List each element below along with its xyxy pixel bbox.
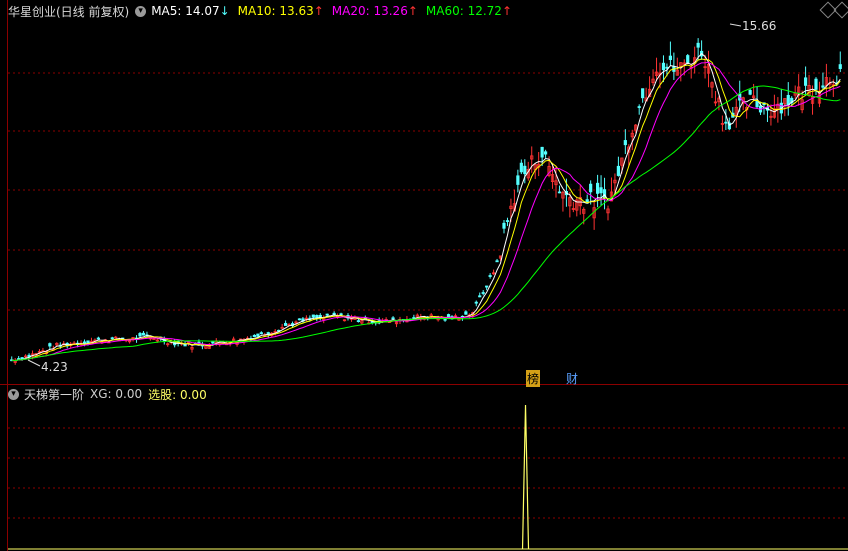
candle-body	[488, 275, 492, 277]
candle-body	[138, 333, 142, 337]
xg-value: XG: 0.00	[90, 387, 143, 401]
candle-body	[696, 42, 700, 48]
candle-body	[668, 55, 673, 61]
candle-body	[391, 317, 395, 320]
candle-body	[665, 66, 669, 69]
high-price-label: 15.66	[742, 19, 777, 33]
candle-body	[589, 183, 593, 193]
candle-body	[637, 106, 641, 108]
candle-body	[443, 318, 447, 321]
candle-body	[641, 88, 645, 99]
candle-body	[259, 332, 263, 335]
ma60-label: MA60: 12.72↑	[425, 4, 512, 18]
candle-body	[596, 182, 600, 194]
event-marker-cai[interactable]: 财	[566, 370, 578, 387]
stock-title: 华星创业(日线 前复权)	[8, 4, 130, 19]
candle-body	[804, 77, 808, 86]
candle-body	[141, 332, 146, 336]
ma20-label: MA20: 13.26↑	[331, 4, 418, 18]
candle-body	[48, 343, 52, 347]
candle-body	[478, 295, 482, 298]
indicator-signal-spike	[521, 404, 530, 550]
xuangu-value: 选股: 0.00	[148, 387, 207, 402]
candle-body	[519, 162, 523, 173]
low-pointer	[27, 359, 41, 367]
candle-body	[516, 175, 520, 185]
high-pointer	[729, 23, 742, 27]
candle-body	[686, 55, 690, 64]
candle-body	[446, 314, 451, 318]
candle-body	[256, 333, 260, 337]
candle-body	[481, 292, 485, 294]
ma60-line	[11, 85, 841, 362]
ma20-line	[11, 61, 841, 362]
candle-body	[724, 121, 728, 124]
candle-body	[183, 344, 187, 347]
candle-body	[786, 94, 790, 106]
candle-body	[821, 85, 825, 88]
candle-body	[110, 337, 114, 340]
indicator-dropdown-icon[interactable]: ▾	[8, 388, 19, 400]
candle-body	[339, 313, 343, 316]
candle-body	[502, 222, 506, 229]
indicator-header: ▾ 天梯第一阶 XG: 0.00 选股: 0.00	[8, 386, 207, 402]
ma5-line	[11, 52, 841, 362]
candle-body	[252, 334, 256, 337]
candle-body	[96, 337, 100, 340]
candle-body	[297, 318, 302, 321]
settings-dropdown-icon[interactable]: ▾	[135, 5, 147, 17]
candle-body	[814, 78, 818, 90]
candle-body	[356, 320, 361, 323]
event-marker-bang[interactable]: 榜	[526, 370, 541, 387]
candle-body	[318, 314, 322, 318]
candle-body	[661, 62, 666, 71]
ma5-label: MA5: 14.07↓	[151, 4, 230, 18]
candle-body	[474, 301, 478, 304]
candle-body	[464, 311, 468, 315]
chart-canvas	[8, 23, 848, 550]
candle-body	[599, 187, 603, 194]
candle-body	[311, 314, 315, 318]
ma10-line	[11, 58, 841, 362]
candle-body	[623, 140, 627, 146]
ma10-label: MA10: 13.63↑	[237, 4, 324, 18]
candle-body	[557, 191, 562, 194]
candle-body	[505, 220, 510, 222]
candle-body	[523, 165, 527, 175]
low-price-label: 4.23	[41, 360, 68, 374]
candle-body	[86, 340, 90, 344]
candle-body	[544, 151, 548, 155]
indicator-name: 天梯第一阶	[24, 387, 85, 402]
candle-body	[17, 358, 21, 360]
candle-body	[540, 146, 544, 158]
candle-body	[838, 64, 842, 69]
candle-body	[325, 313, 329, 316]
candle-body	[748, 89, 752, 95]
candle-body	[755, 100, 759, 108]
candle-body	[495, 260, 499, 263]
candle-body	[485, 285, 489, 288]
chart-header: 华星创业(日线 前复权) ▾ MA5: 14.07↓ MA10: 13.63↑ …	[8, 2, 520, 20]
candle-body	[283, 322, 288, 326]
candle-body	[616, 165, 621, 176]
